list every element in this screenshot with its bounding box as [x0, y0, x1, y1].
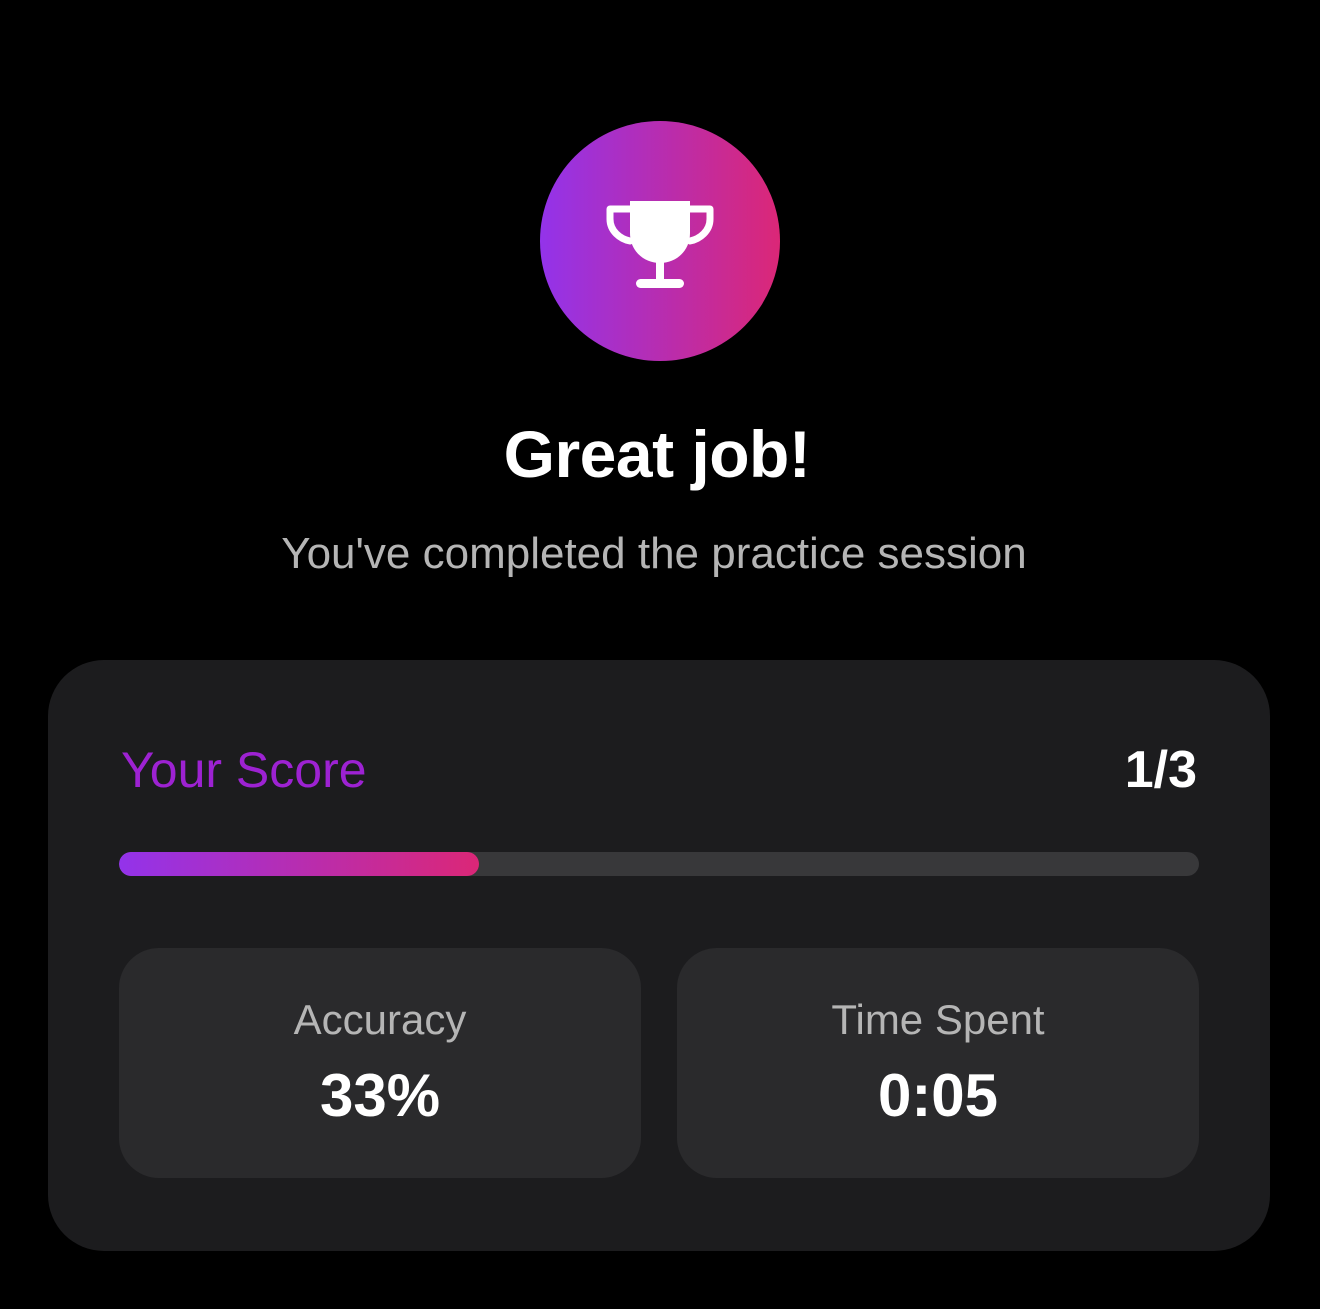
score-progress-fill — [119, 852, 479, 876]
score-progress-bar — [119, 852, 1199, 876]
page-subtitle: You've completed the practice session — [281, 529, 1027, 578]
score-label: Your Score — [121, 742, 367, 798]
accuracy-label: Accuracy — [293, 996, 467, 1043]
page-title: Great job! — [503, 417, 811, 491]
accuracy-card: Accuracy 33% — [119, 948, 641, 1178]
accuracy-value: 33% — [319, 1062, 441, 1129]
score-value: 1/3 — [1124, 741, 1197, 799]
score-card: Your Score 1/3 Accuracy 33% Time Spent 0… — [48, 660, 1270, 1251]
trophy-badge — [540, 121, 780, 361]
time-spent-label: Time Spent — [831, 996, 1045, 1043]
time-spent-value: 0:05 — [877, 1062, 999, 1129]
time-spent-card: Time Spent 0:05 — [677, 948, 1199, 1178]
trophy-icon — [606, 201, 714, 288]
